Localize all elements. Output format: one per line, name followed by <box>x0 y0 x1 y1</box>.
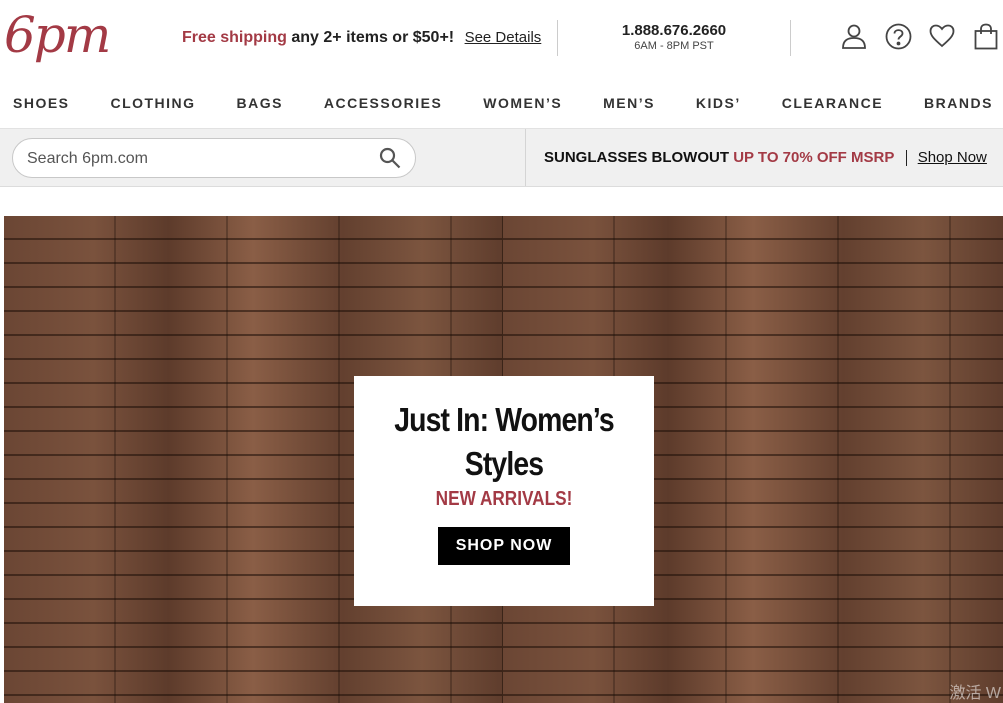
sale-title: SUNGLASSES BLOWOUT <box>544 149 730 166</box>
nav-item-mens[interactable]: MEN’S <box>603 88 655 118</box>
header-icons <box>840 22 1000 50</box>
header-divider <box>557 20 558 56</box>
search-box <box>12 138 416 178</box>
strip-divider <box>525 129 526 186</box>
phone-number[interactable]: 1.888.676.2660 <box>590 22 758 39</box>
promo-accent-text: Free shipping <box>182 29 287 46</box>
watermark-text: 激活 W <box>949 685 1001 702</box>
nav-item-womens[interactable]: WOMEN’S <box>483 88 562 118</box>
hero-subheadline: NEW ARRIVALS! <box>435 488 573 510</box>
nav-item-brands[interactable]: BRANDS <box>924 88 993 118</box>
phone-hours: 6AM - 8PM PST <box>634 40 714 52</box>
search-strip: SUNGLASSES BLOWOUT UP TO 70% OFF MSRP Sh… <box>0 128 1003 187</box>
search-input[interactable] <box>27 147 367 171</box>
shipping-promo: Free shipping any 2+ items or $50+! See … <box>182 29 541 47</box>
shop-now-link[interactable]: Shop Now <box>918 149 987 166</box>
nav-item-accessories[interactable]: ACCESSORIES <box>324 88 442 118</box>
hero-promo-card: Just In: Women’s Styles NEW ARRIVALS! SH… <box>354 376 654 606</box>
main-nav: SHOES CLOTHING BAGS ACCESSORIES WOMEN’S … <box>0 88 1003 118</box>
site-logo[interactable]: 6pm <box>4 0 111 70</box>
sale-separator <box>905 150 907 167</box>
promo-text: any 2+ items or $50+! <box>291 29 455 46</box>
nav-item-clearance[interactable]: CLEARANCE <box>782 88 883 118</box>
search-icon[interactable] <box>379 147 401 169</box>
nav-item-clothing[interactable]: CLOTHING <box>110 88 195 118</box>
see-details-link[interactable]: See Details <box>465 29 542 46</box>
sale-accent: UP TO 70% OFF MSRP <box>733 149 895 166</box>
nav-item-shoes[interactable]: SHOES <box>13 88 70 118</box>
shop-now-button[interactable]: SHOP NOW <box>437 527 571 565</box>
sale-banner: SUNGLASSES BLOWOUT UP TO 70% OFF MSRP Sh… <box>544 149 987 167</box>
help-icon[interactable] <box>884 22 912 50</box>
nav-item-kids[interactable]: KIDS’ <box>696 88 741 118</box>
header-divider <box>790 20 791 56</box>
hero-headline: Just In: Women’s Styles <box>394 401 614 482</box>
customer-service-phone: 1.888.676.2660 6AM - 8PM PST <box>590 22 758 52</box>
account-icon[interactable] <box>840 22 868 50</box>
favorites-icon[interactable] <box>928 22 956 50</box>
site-header: 6pm Free shipping any 2+ items or $50+! … <box>0 0 1003 80</box>
nav-item-bags[interactable]: BAGS <box>237 88 283 118</box>
shopping-bag-icon[interactable] <box>972 22 1000 50</box>
